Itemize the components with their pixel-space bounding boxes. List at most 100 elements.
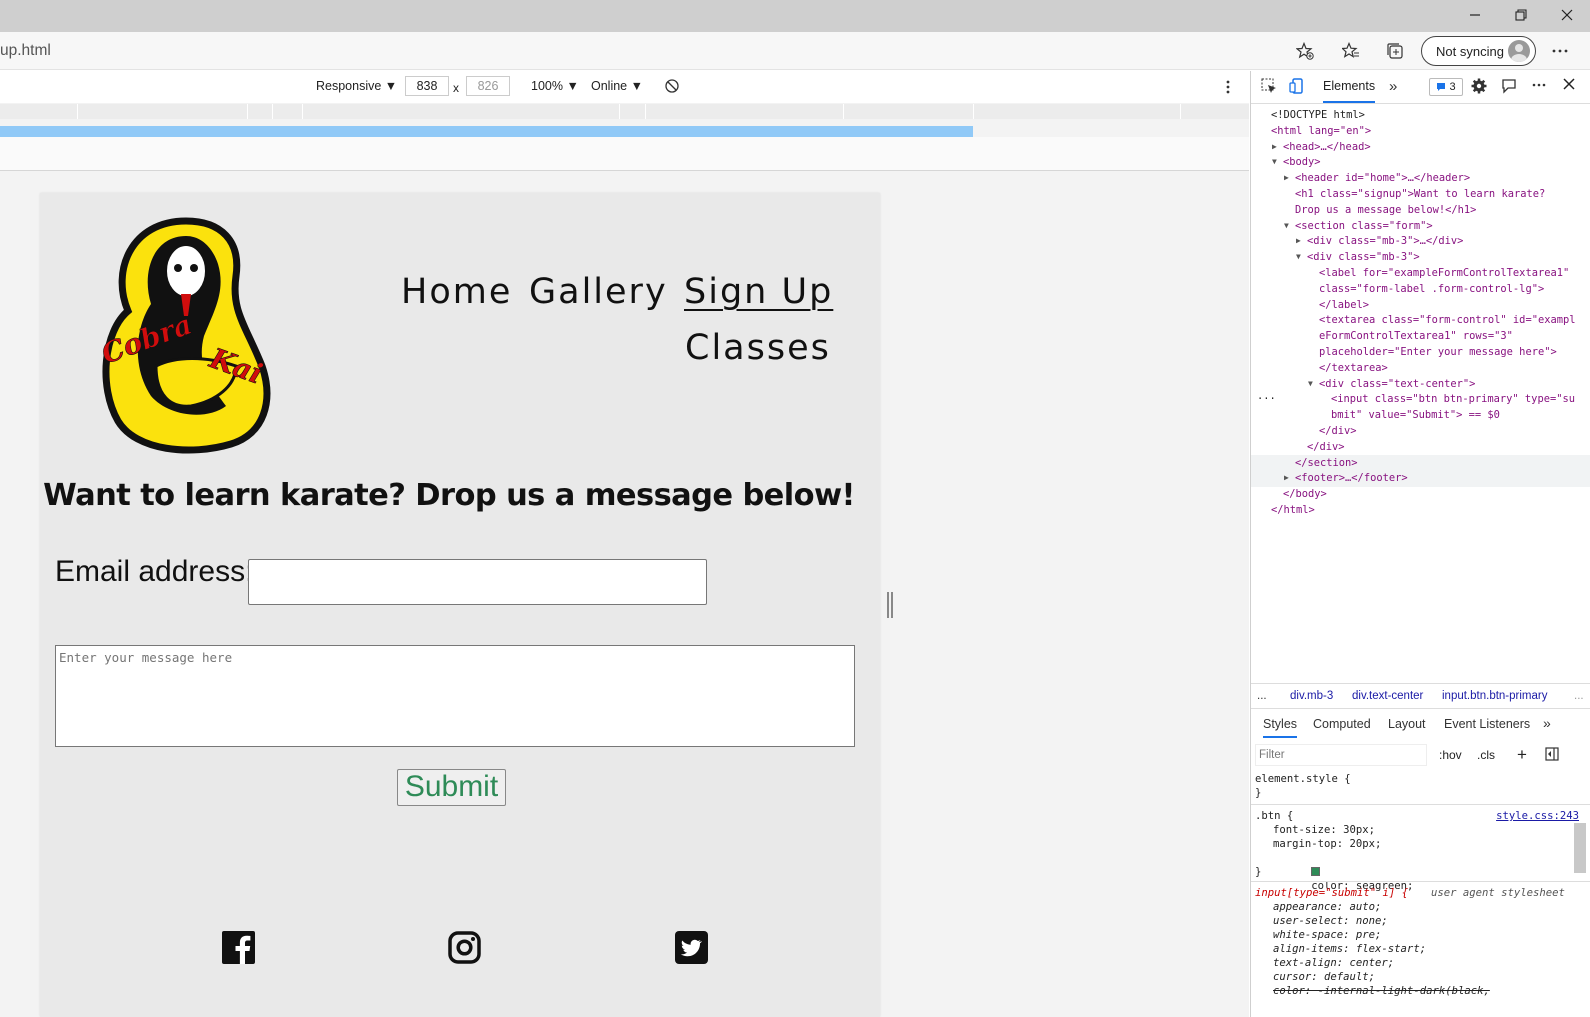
- css-property-color[interactable]: color: seagreen;: [1273, 851, 1413, 892]
- issues-badge[interactable]: 3: [1429, 78, 1463, 96]
- dom-node-line[interactable]: class="form-label .form-control-lg">: [1319, 281, 1544, 297]
- restore-icon[interactable]: [1498, 0, 1544, 30]
- dom-node-line[interactable]: eFormControlTextarea1" rows="3": [1319, 328, 1513, 344]
- dom-node-line[interactable]: </div>: [1319, 423, 1357, 439]
- hov-toggle[interactable]: :hov: [1439, 748, 1462, 762]
- zoom-dropdown[interactable]: 100% ▼: [531, 79, 579, 93]
- breadcrumb-item[interactable]: ...: [1257, 690, 1267, 702]
- nav-gallery-link[interactable]: Gallery: [529, 272, 668, 312]
- styles-scrollbar[interactable]: [1574, 823, 1586, 873]
- expand-triangle-icon[interactable]: ▼: [1308, 376, 1313, 392]
- device-emulation-icon[interactable]: [1289, 78, 1305, 97]
- dom-node-line[interactable]: ▼ <body>: [1272, 154, 1321, 170]
- dom-node-line[interactable]: <html lang="en">: [1271, 123, 1371, 139]
- instagram-icon[interactable]: [448, 931, 481, 964]
- dom-node-line[interactable]: </body>: [1283, 486, 1327, 502]
- email-field[interactable]: [248, 559, 707, 605]
- dom-node-line[interactable]: <h1 class="signup">Want to learn karate?: [1295, 186, 1545, 202]
- dom-node-line[interactable]: <!DOCTYPE html>: [1271, 107, 1365, 123]
- dom-node-text: </textarea>: [1319, 361, 1388, 374]
- expand-triangle-icon[interactable]: ▼: [1284, 218, 1289, 234]
- dom-node-line[interactable]: ▶ <div class="mb-3">…</div>: [1296, 233, 1463, 249]
- toggle-sidebar-icon[interactable]: [1545, 747, 1559, 764]
- tab-layout[interactable]: Layout: [1388, 717, 1426, 731]
- expand-triangle-icon[interactable]: ▼: [1296, 249, 1301, 265]
- tab-styles[interactable]: Styles: [1263, 717, 1298, 738]
- css-property[interactable]: font-size: 30px;: [1273, 823, 1375, 837]
- breadcrumb-item[interactable]: ...: [1574, 690, 1584, 702]
- dom-node-line[interactable]: </div>: [1307, 439, 1345, 455]
- viewport-height-input[interactable]: 826: [466, 76, 510, 96]
- breadcrumb-item[interactable]: input.btn.btn-primary: [1442, 690, 1547, 702]
- tab-computed[interactable]: Computed: [1313, 717, 1371, 731]
- css-property[interactable]: margin-top: 20px;: [1273, 837, 1381, 851]
- tab-event-listeners[interactable]: Event Listeners: [1444, 717, 1530, 731]
- dom-node-text: <section class="form">: [1295, 219, 1433, 232]
- dom-node-text: bmit" value="Submit"> == $0: [1331, 409, 1500, 422]
- collapse-triangle-icon[interactable]: ▶: [1272, 139, 1277, 155]
- dom-node-line[interactable]: <label for="exampleFormControlTextarea1": [1319, 265, 1569, 281]
- collections-icon[interactable]: [1380, 37, 1410, 65]
- viewport-width-input[interactable]: 838: [405, 76, 449, 96]
- dom-node-line[interactable]: ▶ <head>…</head>: [1272, 139, 1371, 155]
- more-menu-icon[interactable]: [1545, 37, 1575, 65]
- message-textarea[interactable]: [55, 645, 855, 747]
- url-text[interactable]: up.html: [0, 42, 51, 60]
- dom-node-line[interactable]: ▼ <section class="form">: [1284, 218, 1433, 234]
- dom-node-line[interactable]: </label>: [1319, 297, 1369, 313]
- dom-node-line[interactable]: <input class="btn btn-primary" type="su: [1331, 391, 1575, 407]
- cls-toggle[interactable]: .cls: [1477, 748, 1495, 762]
- dom-node-line[interactable]: Drop us a message below!</h1>: [1295, 202, 1476, 218]
- collapse-triangle-icon[interactable]: ▶: [1284, 170, 1289, 186]
- dom-node-line[interactable]: </html>: [1271, 502, 1315, 518]
- favorites-icon[interactable]: [1336, 37, 1366, 65]
- dom-node-line[interactable]: placeholder="Enter your message here">: [1319, 344, 1557, 360]
- dom-node-text: </div>: [1319, 425, 1357, 437]
- tab-elements[interactable]: Elements: [1323, 71, 1376, 103]
- viewport-resize-handle[interactable]: [887, 592, 893, 618]
- more-tabs-icon[interactable]: »: [1389, 78, 1397, 95]
- close-icon[interactable]: [1544, 0, 1590, 30]
- facebook-icon[interactable]: [222, 931, 255, 964]
- inspect-element-icon[interactable]: [1261, 78, 1277, 97]
- settings-gear-icon[interactable]: [1471, 78, 1487, 97]
- collapse-triangle-icon[interactable]: ▶: [1284, 470, 1289, 486]
- dom-node-line[interactable]: ▼ <div class="mb-3">: [1296, 249, 1420, 265]
- device-mode-dropdown[interactable]: Responsive ▼: [316, 79, 397, 93]
- nav-home-link[interactable]: Home: [401, 272, 512, 312]
- rotate-icon[interactable]: [664, 78, 680, 97]
- dom-node-line[interactable]: ▶ <header id="home">…</header>: [1284, 170, 1470, 186]
- btn-rule-source-link[interactable]: style.css:243: [1496, 809, 1579, 823]
- dom-node-line[interactable]: bmit" value="Submit"> == $0: [1331, 407, 1500, 423]
- add-favorite-icon[interactable]: [1290, 37, 1320, 65]
- device-toolbar-menu-icon[interactable]: [1226, 80, 1230, 97]
- styles-filter-input[interactable]: Filter: [1255, 744, 1427, 766]
- sync-label: Not syncing: [1436, 43, 1504, 59]
- feedback-icon[interactable]: [1501, 78, 1517, 97]
- breadcrumb-item[interactable]: div.mb-3: [1290, 690, 1333, 702]
- color-swatch[interactable]: [1311, 867, 1321, 876]
- dom-node-actions-icon[interactable]: ···: [1257, 391, 1276, 407]
- new-rule-icon[interactable]: +: [1517, 745, 1527, 765]
- profile-sync-button[interactable]: Not syncing: [1421, 36, 1536, 66]
- devtools-close-icon[interactable]: [1563, 78, 1575, 93]
- dom-node-line[interactable]: </textarea>: [1319, 360, 1388, 376]
- dom-node-line[interactable]: ▶ <footer>…</footer>: [1284, 470, 1408, 486]
- collapse-triangle-icon[interactable]: ▶: [1296, 233, 1301, 249]
- more-panes-icon[interactable]: »: [1543, 715, 1551, 731]
- dom-node-line[interactable]: <textarea class="form-control" id="examp…: [1319, 312, 1575, 328]
- breadcrumb-item[interactable]: div.text-center: [1352, 690, 1423, 702]
- dom-node-text: </section>: [1295, 456, 1358, 469]
- devtools-more-icon[interactable]: [1532, 77, 1546, 96]
- media-query-highlight[interactable]: [0, 126, 973, 137]
- ua-property: cursor: default;: [1273, 971, 1376, 983]
- throttling-dropdown[interactable]: Online ▼: [591, 79, 643, 93]
- dom-node-line[interactable]: ▼ <div class="text-center">: [1308, 376, 1475, 392]
- nav-classes-link[interactable]: Classes: [685, 328, 831, 368]
- minimize-icon[interactable]: [1452, 0, 1498, 30]
- nav-signup-link[interactable]: Sign Up: [684, 272, 833, 312]
- dom-node-line[interactable]: </section>: [1295, 455, 1358, 471]
- submit-button[interactable]: Submit: [397, 769, 506, 806]
- expand-triangle-icon[interactable]: ▼: [1272, 154, 1277, 170]
- twitter-icon[interactable]: [675, 931, 708, 964]
